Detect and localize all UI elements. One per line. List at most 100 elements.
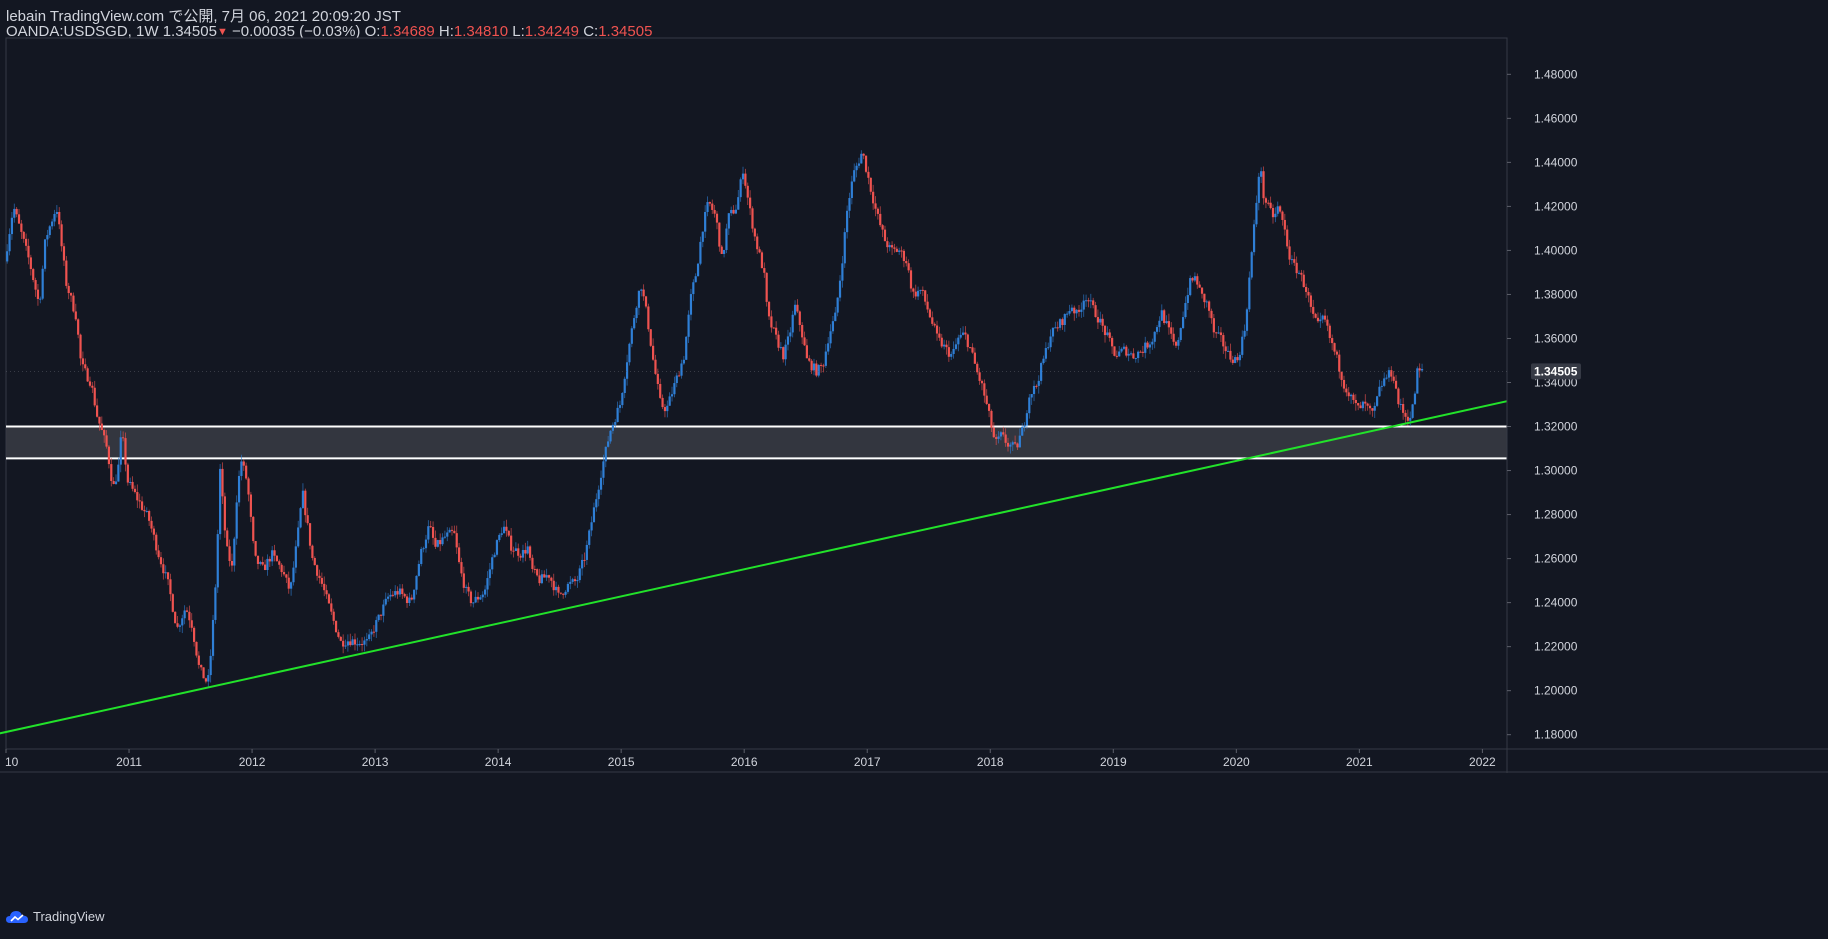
tradingview-logo[interactable]: TradingView xyxy=(6,909,105,924)
candle-body xyxy=(900,250,903,252)
candle-body xyxy=(782,347,785,360)
candle-body xyxy=(72,295,75,312)
candle-body xyxy=(1248,277,1251,310)
candle-body xyxy=(164,572,167,574)
candle-body xyxy=(192,627,196,642)
last-price-label: 1.34505 xyxy=(1534,364,1578,378)
candle-body xyxy=(36,289,40,299)
candle-body xyxy=(862,153,865,156)
candle-body xyxy=(330,603,333,612)
candle-body xyxy=(174,611,177,624)
candle-body xyxy=(1387,370,1391,378)
candle-body xyxy=(1302,274,1305,288)
candle-body xyxy=(1125,346,1128,356)
candle-body xyxy=(725,228,728,251)
candle-body xyxy=(609,430,612,442)
candle-body xyxy=(701,231,704,242)
candle-body xyxy=(377,614,380,621)
candle-body xyxy=(22,231,25,239)
candle-body xyxy=(1096,317,1100,323)
candle-body xyxy=(715,213,719,223)
candle-body xyxy=(730,209,733,214)
candle-body xyxy=(753,228,756,237)
candle-body xyxy=(353,639,357,645)
candle-body xyxy=(112,481,115,485)
candle-body xyxy=(375,620,378,632)
candle-body xyxy=(358,644,361,646)
plot-area[interactable] xyxy=(5,37,1508,750)
candle-body xyxy=(890,245,894,248)
candle-body xyxy=(1219,332,1223,336)
candle-body xyxy=(1106,332,1109,336)
candle-body xyxy=(834,312,837,322)
candle-body xyxy=(1309,295,1312,307)
price-chart[interactable]: 1.18000 1.20000 1.22000 1.24000 1.26000 1.280… xyxy=(0,0,1828,939)
candle-body xyxy=(1009,444,1012,447)
candle-body xyxy=(431,527,435,538)
candle-body xyxy=(1068,311,1071,314)
candle-body xyxy=(739,179,742,198)
candle-body xyxy=(607,441,610,447)
candle-body xyxy=(403,594,406,597)
candle-body xyxy=(1281,211,1284,220)
candle-body xyxy=(422,548,425,550)
candle-body xyxy=(973,352,976,364)
candle-body xyxy=(91,385,94,388)
candle-body xyxy=(595,499,598,508)
candle-body xyxy=(588,530,591,545)
candle-body xyxy=(642,289,645,297)
candle-body xyxy=(74,311,77,320)
candle-body xyxy=(148,510,151,521)
candle-body xyxy=(964,332,967,335)
candle-body xyxy=(1278,206,1282,212)
candle-body xyxy=(1127,353,1130,356)
support-zone[interactable] xyxy=(6,425,1507,460)
candle-body xyxy=(124,438,127,465)
candle-body xyxy=(346,641,349,646)
candle-body xyxy=(1385,377,1388,379)
candle-body xyxy=(597,489,600,500)
candle-body xyxy=(69,293,73,296)
candle-body xyxy=(1316,317,1320,322)
candle-body xyxy=(569,581,572,584)
candle-body xyxy=(1047,347,1050,349)
candle-body xyxy=(793,304,797,315)
candle-body xyxy=(765,272,768,302)
candle-body xyxy=(1305,287,1308,292)
candle-body xyxy=(1165,321,1168,324)
candle-body xyxy=(914,291,917,297)
candle-body xyxy=(1205,301,1208,303)
candle-body xyxy=(1271,208,1275,218)
candle-body xyxy=(450,529,454,531)
candle-body xyxy=(943,344,946,347)
candle-body xyxy=(815,363,818,376)
candle-body xyxy=(413,589,416,600)
candle-body xyxy=(905,261,908,264)
candle-body xyxy=(1295,262,1298,274)
candle-body xyxy=(79,334,82,359)
candle-body xyxy=(1413,393,1417,405)
candle-body xyxy=(247,478,250,495)
candle-body xyxy=(827,343,830,352)
zone-fill xyxy=(6,426,1507,459)
candle-body xyxy=(100,423,103,431)
candle-body xyxy=(585,544,588,560)
candle-body xyxy=(486,578,489,590)
candle-body xyxy=(1018,435,1021,448)
candle-body xyxy=(1186,295,1189,304)
candle-body xyxy=(1361,401,1365,409)
candle-body xyxy=(772,327,775,329)
candle-body xyxy=(290,582,293,589)
y-tick-label: 1.30000 xyxy=(1534,464,1578,478)
candle-body xyxy=(583,559,586,561)
candle-body xyxy=(1111,337,1114,347)
candle-body xyxy=(479,597,482,600)
candle-body xyxy=(687,314,690,337)
candle-body xyxy=(387,596,390,599)
candle-body xyxy=(469,591,473,604)
candle-body xyxy=(481,594,484,598)
candle-body xyxy=(1276,206,1279,214)
candle-body xyxy=(831,321,835,332)
candle-body xyxy=(980,380,984,384)
candle-body xyxy=(1288,246,1291,260)
